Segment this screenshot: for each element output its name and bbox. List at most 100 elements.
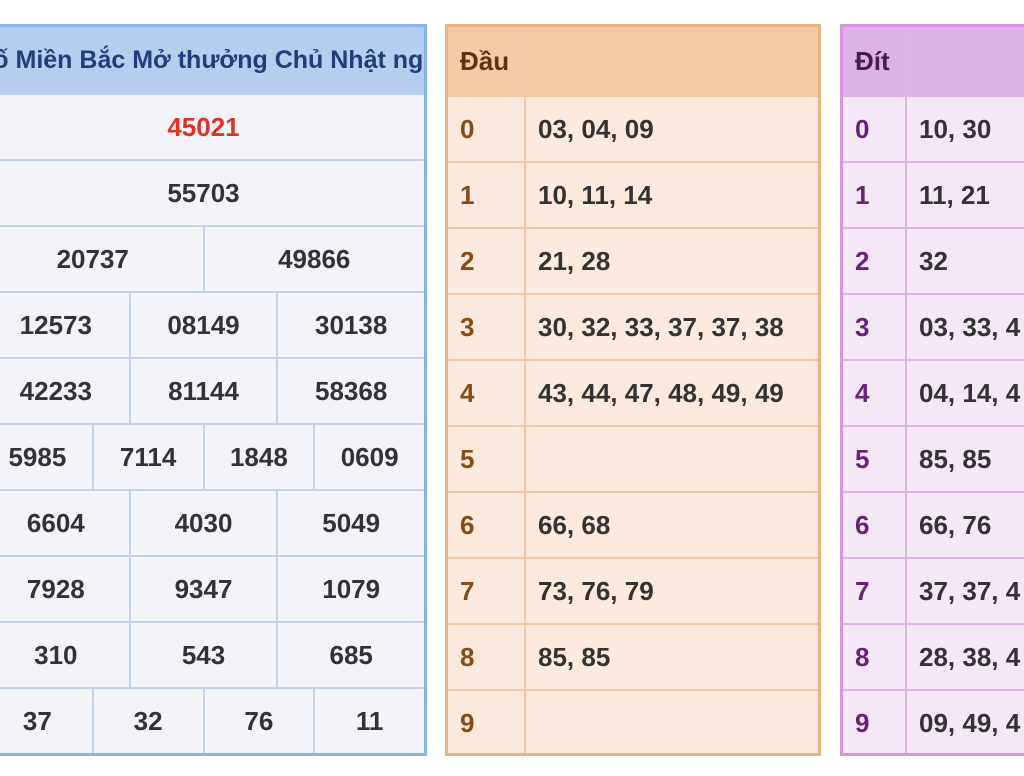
dit-row: 8 28, 38, 4 xyxy=(843,623,1024,689)
dit-values: 37, 37, 4 xyxy=(919,575,1021,606)
dau-values: 66, 68 xyxy=(538,509,611,540)
prize-number: 76 xyxy=(202,689,314,753)
dau-values: 21, 28 xyxy=(538,245,611,276)
prize-row-5b: 7928 9347 1079 xyxy=(0,555,424,621)
dau-values: 10, 11, 14 xyxy=(538,179,653,210)
dit-digit: 5 xyxy=(843,427,907,491)
prize-row-1: 55703 xyxy=(0,159,424,225)
prize-number: 11 xyxy=(313,689,424,753)
dau-digit: 6 xyxy=(448,493,526,557)
dit-values: 03, 33, 4 xyxy=(919,311,1021,342)
dau-digit: 7 xyxy=(448,559,526,623)
dau-digit: 5 xyxy=(448,427,526,491)
dit-values: 09, 49, 4 xyxy=(919,707,1021,738)
dit-values: 32 xyxy=(919,245,948,276)
prize-number: 543 xyxy=(128,623,277,687)
dit-values: 66, 76 xyxy=(919,509,992,540)
results-header: Kết quả Xổ số Miền Bắc Mở thưởng Chủ Nhậ… xyxy=(0,27,424,93)
prize-row-2: 20737 49866 xyxy=(0,225,424,291)
results-title: Kết quả Xổ số Miền Bắc Mở thưởng Chủ Nhậ… xyxy=(0,45,424,74)
dit-digit: 1 xyxy=(843,163,907,227)
dau-digit: 4 xyxy=(448,361,526,425)
dit-header-row: Đít xyxy=(843,27,1024,95)
prize-number: 81144 xyxy=(128,359,277,423)
dit-digit: 2 xyxy=(843,229,907,293)
prize-row-7: 37 32 76 11 xyxy=(0,687,424,753)
prize-number: 1848 xyxy=(202,425,314,489)
prize-number: 5985 xyxy=(8,441,67,472)
dau-header-row: Đầu xyxy=(448,27,818,95)
prize-row-5a: 6604 4030 5049 xyxy=(0,489,424,555)
dau-values: 73, 76, 79 xyxy=(538,575,654,606)
prize-number: 7928 xyxy=(26,573,85,604)
dau-header-values xyxy=(526,27,818,95)
prize-number: 4030 xyxy=(128,491,277,555)
dit-row: 2 32 xyxy=(843,227,1024,293)
dau-digit: 8 xyxy=(448,625,526,689)
results-table: Kết quả Xổ số Miền Bắc Mở thưởng Chủ Nhậ… xyxy=(0,24,427,756)
dau-row: 0 03, 04, 09 xyxy=(448,95,818,161)
prize-number: 42233 xyxy=(19,375,92,406)
prize-number: 7114 xyxy=(91,425,203,489)
prize-number: 0609 xyxy=(313,425,424,489)
prize-number: 310 xyxy=(34,639,78,670)
prize-row-6: 310 543 685 xyxy=(0,621,424,687)
dit-values: 10, 30 xyxy=(919,113,992,144)
prize-number: 32 xyxy=(91,689,203,753)
dau-values xyxy=(526,691,818,753)
dau-row: 7 73, 76, 79 xyxy=(448,557,818,623)
prize-number: 08149 xyxy=(128,293,277,357)
dit-row: 7 37, 37, 4 xyxy=(843,557,1024,623)
prize-number: 9347 xyxy=(128,557,277,621)
dau-digit: 1 xyxy=(448,163,526,227)
dit-table: Đít 0 10, 30 1 11, 21 2 32 3 03, 33, 4 4 04, … xyxy=(840,24,1024,756)
dit-row: 6 66, 76 xyxy=(843,491,1024,557)
dit-row: 5 85, 85 xyxy=(843,425,1024,491)
dau-row: 3 30, 32, 33, 37, 37, 38 xyxy=(448,293,818,359)
dau-row: 4 43, 44, 47, 48, 49, 49 xyxy=(448,359,818,425)
dit-header: Đít xyxy=(843,27,907,95)
dau-row: 8 85, 85 xyxy=(448,623,818,689)
dit-digit: 7 xyxy=(843,559,907,623)
dau-row: 5 xyxy=(448,425,818,491)
dit-values: 11, 21 xyxy=(919,179,990,210)
dit-values: 85, 85 xyxy=(919,443,992,474)
prize-number: 5049 xyxy=(276,491,424,555)
dit-row: 3 03, 33, 4 xyxy=(843,293,1024,359)
prize-row-3a: 12573 08149 30138 xyxy=(0,291,424,357)
prize-number: 30138 xyxy=(276,293,424,357)
prize-number: 1079 xyxy=(276,557,424,621)
dit-values: 28, 38, 4 xyxy=(919,641,1021,672)
prize-number: 55703 xyxy=(167,177,240,208)
dau-values xyxy=(526,427,818,491)
prize-number: 37 xyxy=(22,705,52,736)
dit-digit: 6 xyxy=(843,493,907,557)
dit-header-values xyxy=(907,27,1024,95)
dau-digit: 0 xyxy=(448,97,526,161)
dau-table: Đầu 0 03, 04, 09 1 10, 11, 14 2 21, 28 3 30,… xyxy=(445,24,821,756)
dit-row: 9 09, 49, 4 xyxy=(843,689,1024,753)
prize-row-4: 5985 7114 1848 0609 xyxy=(0,423,424,489)
dau-digit: 9 xyxy=(448,691,526,753)
dau-row: 2 21, 28 xyxy=(448,227,818,293)
dit-digit: 9 xyxy=(843,691,907,753)
prize-number: 12573 xyxy=(19,309,92,340)
dau-row: 9 xyxy=(448,689,818,753)
dit-row: 1 11, 21 xyxy=(843,161,1024,227)
dau-row: 6 66, 68 xyxy=(448,491,818,557)
dau-values: 85, 85 xyxy=(538,641,611,672)
prize-number: 20737 xyxy=(56,243,129,274)
dit-digit: 3 xyxy=(843,295,907,359)
dau-digit: 2 xyxy=(448,229,526,293)
dit-row: 4 04, 14, 4 xyxy=(843,359,1024,425)
prize-number: 58368 xyxy=(276,359,424,423)
dit-digit: 0 xyxy=(843,97,907,161)
dit-digit: 8 xyxy=(843,625,907,689)
dau-header: Đầu xyxy=(448,27,526,95)
dau-row: 1 10, 11, 14 xyxy=(448,161,818,227)
prize-row-3b: 42233 81144 58368 xyxy=(0,357,424,423)
dau-values: 43, 44, 47, 48, 49, 49 xyxy=(538,377,784,408)
dit-row: 0 10, 30 xyxy=(843,95,1024,161)
dit-values: 04, 14, 4 xyxy=(919,377,1021,408)
dau-values: 30, 32, 33, 37, 37, 38 xyxy=(538,311,784,342)
